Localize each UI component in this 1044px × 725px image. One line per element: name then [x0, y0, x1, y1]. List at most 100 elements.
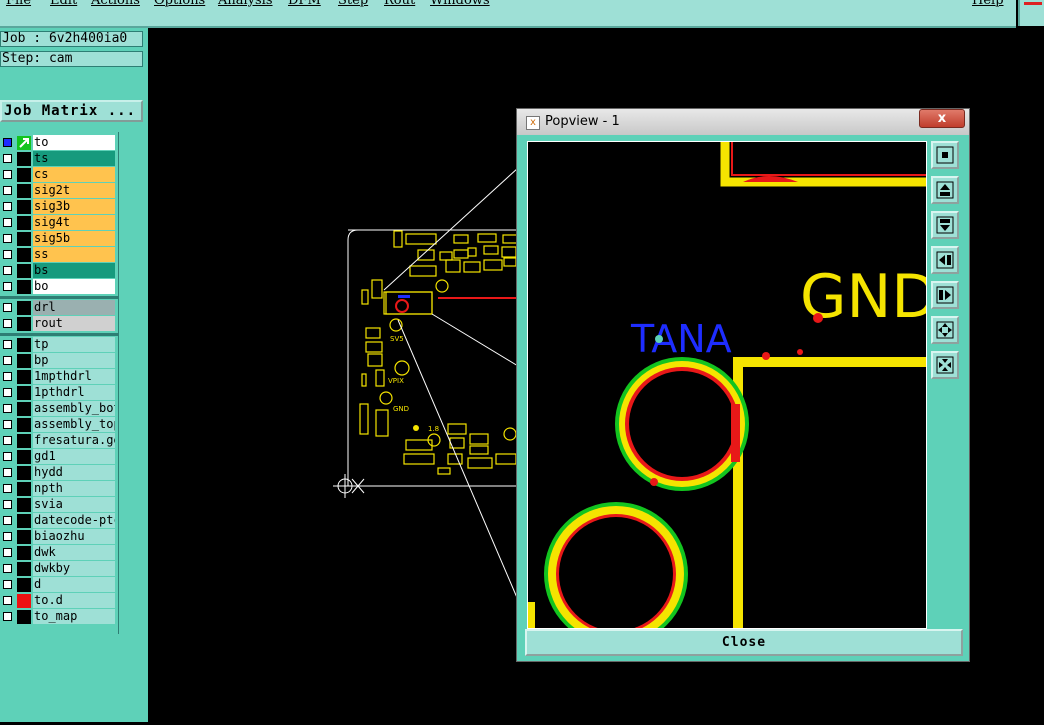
layer-name: d	[33, 577, 115, 592]
popview-title: Popview - 1	[545, 114, 620, 129]
layer-checkbox[interactable]	[3, 532, 12, 541]
zoom-in-button[interactable]	[931, 316, 959, 344]
layer-checkbox[interactable]	[3, 468, 12, 477]
layer-row[interactable]: datecode-ptc	[0, 513, 116, 529]
popview-canvas[interactable]: GND TANA	[527, 141, 938, 646]
layer-color-swatch	[17, 562, 31, 576]
layer-row[interactable]: drl	[0, 300, 116, 316]
menu-help[interactable]: Help	[972, 0, 1004, 8]
layer-row[interactable]: dwkby	[0, 561, 116, 577]
layer-name: bp	[33, 353, 115, 368]
layer-row[interactable]: sig5b	[0, 231, 116, 247]
pan-right-button[interactable]	[931, 281, 959, 309]
layer-row[interactable]: d	[0, 577, 116, 593]
layer-row[interactable]: biaozhu	[0, 529, 116, 545]
layer-row[interactable]: 1pthdrl	[0, 385, 116, 401]
layer-name: bo	[33, 279, 115, 294]
menu-edit[interactable]: Edit	[50, 0, 77, 8]
layer-checkbox[interactable]	[3, 596, 12, 605]
layer-checkbox[interactable]	[3, 516, 12, 525]
layer-checkbox[interactable]	[3, 548, 12, 557]
layer-checkbox[interactable]	[3, 612, 12, 621]
layer-checkbox[interactable]	[3, 138, 12, 147]
menu-actions[interactable]: Actions	[91, 0, 140, 8]
layer-checkbox[interactable]	[3, 420, 12, 429]
layer-checkbox[interactable]	[3, 202, 12, 211]
pan-right-icon	[936, 286, 954, 304]
menu-file[interactable]: File	[6, 0, 31, 8]
layer-row[interactable]: svia	[0, 497, 116, 513]
layer-row[interactable]: rout	[0, 316, 116, 332]
layer-name: svia	[33, 497, 115, 512]
layer-checkbox[interactable]	[3, 170, 12, 179]
layer-name: sig2t	[33, 183, 115, 198]
layer-row[interactable]: bp	[0, 353, 116, 369]
menu-rout[interactable]: Rout	[384, 0, 415, 8]
left-panel: Job : 6v2h400ia0 Step: cam Job Matrix ..…	[0, 28, 148, 722]
layer-row[interactable]: ts	[0, 151, 116, 167]
menu-options[interactable]: Options	[154, 0, 205, 8]
pan-down-button[interactable]	[931, 211, 959, 239]
layer-checkbox[interactable]	[3, 356, 12, 365]
layer-row[interactable]: tp	[0, 337, 116, 353]
layer-checkbox[interactable]	[3, 282, 12, 291]
layer-row[interactable]: to	[0, 135, 116, 151]
layer-checkbox[interactable]	[3, 250, 12, 259]
popview-titlebar[interactable]: x Popview - 1 x	[517, 109, 969, 135]
layer-row[interactable]: assembly_top	[0, 417, 116, 433]
layer-checkbox[interactable]	[3, 319, 12, 328]
layer-row[interactable]: sig4t	[0, 215, 116, 231]
layer-checkbox[interactable]	[3, 452, 12, 461]
layer-color-swatch	[17, 498, 31, 512]
menu-step[interactable]: Step	[338, 0, 368, 8]
layer-checkbox[interactable]	[3, 580, 12, 589]
layer-row[interactable]: fresatura.gerber	[0, 433, 116, 449]
layer-row[interactable]: ss	[0, 247, 116, 263]
layer-name: 1pthdrl	[33, 385, 115, 400]
layer-color-swatch	[17, 216, 31, 230]
layer-row[interactable]: npth	[0, 481, 116, 497]
layer-checkbox[interactable]	[3, 218, 12, 227]
layer-checkbox[interactable]	[3, 500, 12, 509]
zoom-fit-icon	[936, 146, 954, 164]
layer-row[interactable]: 1mpthdrl	[0, 369, 116, 385]
layer-row[interactable]: assembly_bot	[0, 401, 116, 417]
layer-row[interactable]: bs	[0, 263, 116, 279]
layer-checkbox[interactable]	[3, 154, 12, 163]
layer-row[interactable]: hydd	[0, 465, 116, 481]
layer-row[interactable]: gd1	[0, 449, 116, 465]
layer-checkbox[interactable]	[3, 340, 12, 349]
layer-name: dwk	[33, 545, 115, 560]
layer-checkbox[interactable]	[3, 564, 12, 573]
layer-checkbox[interactable]	[3, 436, 12, 445]
layer-list: to ts cs sig2t sig3b sig4t sig5b ss bs bo drl rout t…	[0, 132, 119, 634]
layer-checkbox[interactable]	[3, 234, 12, 243]
layer-checkbox[interactable]	[3, 388, 12, 397]
layer-color-swatch	[17, 354, 31, 368]
layer-row[interactable]: bo	[0, 279, 116, 295]
layer-checkbox[interactable]	[3, 266, 12, 275]
layer-checkbox[interactable]	[3, 186, 12, 195]
layer-row[interactable]: dwk	[0, 545, 116, 561]
zoom-fit-button[interactable]	[931, 141, 959, 169]
layer-checkbox[interactable]	[3, 372, 12, 381]
layer-row[interactable]: to_map	[0, 609, 116, 625]
zoom-in-icon	[936, 321, 954, 339]
layer-checkbox[interactable]	[3, 484, 12, 493]
popview-close-button[interactable]: Close	[525, 629, 963, 656]
pan-left-button[interactable]	[931, 246, 959, 274]
menu-analysis[interactable]: Analysis	[218, 0, 273, 8]
window-close-button[interactable]: x	[919, 109, 965, 128]
layer-row[interactable]: cs	[0, 167, 116, 183]
pan-up-button[interactable]	[931, 176, 959, 204]
layer-checkbox[interactable]	[3, 404, 12, 413]
menu-dfm[interactable]: DFM	[288, 0, 321, 8]
layer-row[interactable]: sig2t	[0, 183, 116, 199]
layer-row[interactable]: to.d	[0, 593, 116, 609]
zoom-out-button[interactable]	[931, 351, 959, 379]
layer-checkbox[interactable]	[3, 303, 12, 312]
layer-row[interactable]: sig3b	[0, 199, 116, 215]
layer-group-separator	[0, 333, 118, 336]
menu-windows[interactable]: Windows	[430, 0, 490, 8]
job-matrix-button[interactable]: Job Matrix ...	[0, 100, 143, 122]
